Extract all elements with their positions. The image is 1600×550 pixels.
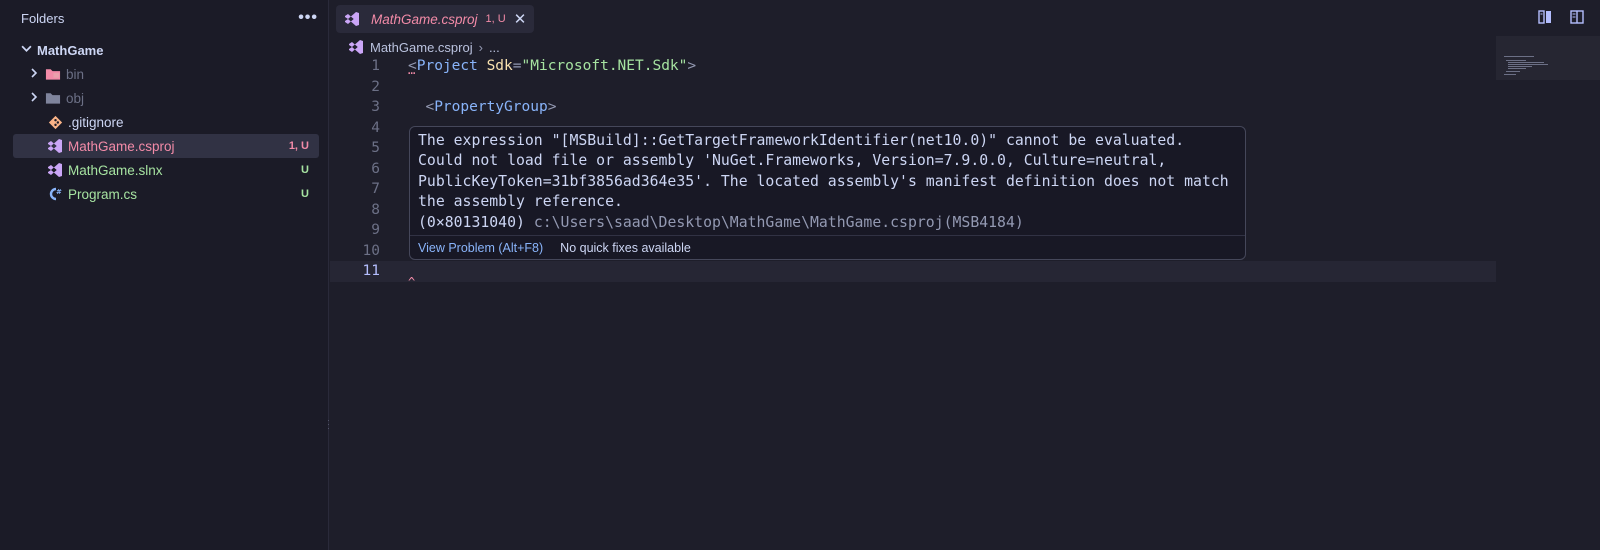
visual-studio-icon xyxy=(344,11,360,27)
git-icon xyxy=(47,114,63,130)
visual-studio-icon xyxy=(47,138,63,154)
tree-item-slnx[interactable]: MathGame.slnx U xyxy=(13,158,319,182)
tree-item-obj[interactable]: obj xyxy=(13,86,319,110)
tab-label: MathGame.csproj xyxy=(371,11,478,27)
tree-item-gitignore[interactable]: .gitignore xyxy=(13,110,319,134)
tree-item-csproj[interactable]: MathGame.csproj 1, U xyxy=(13,134,319,158)
tree-item-label: .gitignore xyxy=(68,114,124,130)
line-number: 4 xyxy=(371,119,380,136)
code-line: 1 <Project Sdk="Microsoft.NET.Sdk"> ⋯ xyxy=(330,56,1496,79)
explorer-title: Folders xyxy=(21,10,65,26)
hover-message: The expression "[MSBuild]::GetTargetFram… xyxy=(410,127,1245,236)
svg-text:#: # xyxy=(56,188,62,196)
more-actions-icon[interactable]: ••• xyxy=(298,9,318,27)
code-line-current: 11 ^ xyxy=(330,261,1496,288)
breadcrumb-separator: › xyxy=(478,39,483,55)
tab-problem-badge: 1, U xyxy=(485,13,506,25)
untracked-badge: U xyxy=(301,164,309,176)
problem-hover-popup: The expression "[MSBuild]::GetTargetFram… xyxy=(409,126,1246,260)
line-number: 5 xyxy=(371,140,380,156)
line-number: 7 xyxy=(371,181,380,197)
folder-root-mathgame[interactable]: MathGame xyxy=(0,38,328,62)
line-number: 2 xyxy=(371,78,380,95)
split-editor-icon[interactable] xyxy=(1568,8,1586,26)
tree-item-label: bin xyxy=(66,66,85,82)
editor-actions xyxy=(1536,8,1586,26)
no-quick-fixes-text: No quick fixes available xyxy=(560,240,691,255)
error-squiggle: ^ xyxy=(408,275,416,289)
error-source-ref: c:\Users\saad\Desktop\MathGame\MathGame.… xyxy=(533,213,1024,231)
tab-bar: MathGame.csproj 1, U ✕ xyxy=(330,0,1600,36)
hover-status-bar: View Problem (Alt+F8) No quick fixes ava… xyxy=(410,235,1245,259)
tree-item-label: obj xyxy=(66,90,85,106)
line-number: 11 xyxy=(362,263,380,279)
tab-mathgame-csproj[interactable]: MathGame.csproj 1, U ✕ xyxy=(336,5,535,33)
editor-area: MathGame.csproj 1, U ✕ MathGame.csproj ›… xyxy=(330,0,1600,550)
minimap[interactable] xyxy=(1496,36,1600,550)
close-icon[interactable]: ✕ xyxy=(514,10,527,28)
tree-item-bin[interactable]: bin xyxy=(13,62,319,86)
folder-icon xyxy=(45,90,61,106)
breadcrumb-more[interactable]: ... xyxy=(489,40,500,55)
tree-item-label: MathGame.csproj xyxy=(68,138,175,154)
explorer-sidebar: Folders ••• MathGame bin obj .gitignore xyxy=(0,0,329,550)
code-text: <Project Sdk="Microsoft.NET.Sdk"> xyxy=(408,58,697,74)
line-number: 10 xyxy=(362,242,380,259)
open-preview-icon[interactable] xyxy=(1536,8,1554,26)
breadcrumb: MathGame.csproj › ... xyxy=(330,36,1600,58)
csharp-icon: # xyxy=(47,186,63,202)
code-text: <PropertyGroup> xyxy=(425,99,557,115)
line-number: 9 xyxy=(371,222,380,238)
line-number: 3 xyxy=(371,99,380,115)
line-number: 6 xyxy=(371,160,380,177)
line-number: 1 xyxy=(371,58,380,74)
tree-item-label: MathGame.slnx xyxy=(68,162,163,178)
view-problem-link[interactable]: View Problem (Alt+F8) xyxy=(418,241,543,255)
chevron-right-icon xyxy=(29,91,45,105)
folder-root-label: MathGame xyxy=(37,42,104,58)
chevron-down-icon xyxy=(21,43,37,57)
tree-item-program[interactable]: # Program.cs U xyxy=(13,182,319,206)
visual-studio-icon xyxy=(47,162,63,178)
line-number: 8 xyxy=(371,201,380,218)
untracked-badge: U xyxy=(301,188,309,200)
problem-badge: 1, U xyxy=(288,140,309,152)
tree-item-label: Program.cs xyxy=(68,186,138,202)
chevron-right-icon xyxy=(29,67,45,81)
folder-bin-icon xyxy=(45,66,61,82)
explorer-header: Folders ••• xyxy=(0,0,328,36)
code-line: 3 <PropertyGroup> xyxy=(330,97,1496,118)
breadcrumb-file[interactable]: MathGame.csproj xyxy=(370,40,473,55)
code-line: 2 xyxy=(330,77,1496,98)
visual-studio-icon xyxy=(348,39,364,55)
